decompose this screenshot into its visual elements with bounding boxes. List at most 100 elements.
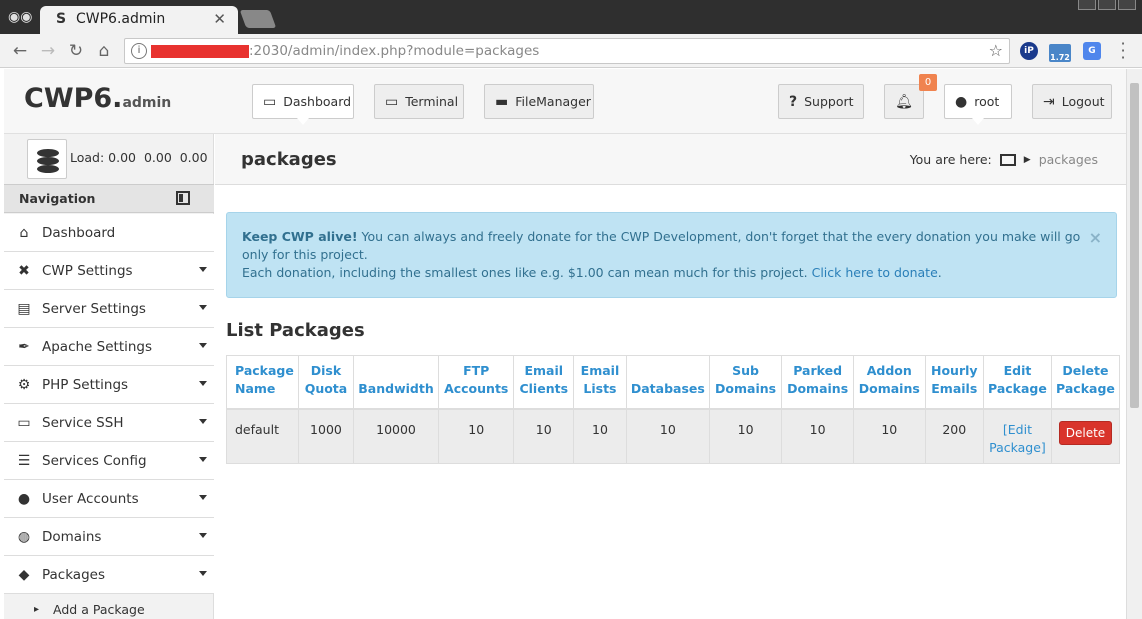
sidebar-item-user-accounts[interactable]: ● User Accounts <box>4 480 214 518</box>
caret-right-icon: ▶ <box>1023 154 1031 165</box>
chevron-down-icon <box>199 495 207 500</box>
site-info-icon[interactable]: i <box>131 43 147 59</box>
notifications-badge: 0 <box>919 74 937 91</box>
breadcrumb: You are here: ▶ packages <box>909 152 1098 167</box>
address-bar[interactable]: i :2030/admin/index.php?module=packages … <box>124 38 1010 64</box>
app-header: CWP6.admin ▭ Dashboard ▭ Terminal ▬ File… <box>4 69 1126 134</box>
tab-title: CWP6.admin <box>76 11 166 27</box>
filemanager-button[interactable]: ▬ FileManager <box>484 84 594 119</box>
browser-tab[interactable]: S CWP6.admin ✕ <box>40 6 238 34</box>
database-icon[interactable] <box>27 139 67 179</box>
logout-icon: ⇥ <box>1043 93 1055 110</box>
breadcrumb-current: packages <box>1038 152 1098 167</box>
browser-menu-icon[interactable]: · · · <box>1118 36 1128 66</box>
new-tab-button[interactable] <box>239 10 277 28</box>
monitor-icon: ▭ <box>263 93 277 110</box>
question-icon: ? <box>789 93 798 110</box>
load-text: Load: 0.00 0.00 0.00 <box>70 150 208 165</box>
feather-icon: ✒ <box>18 338 30 355</box>
navigation-header: Navigation <box>4 184 214 213</box>
sidebar: Load: 0.00 0.00 0.00 Navigation ⌂ Dashbo… <box>4 134 214 619</box>
edit-package-link[interactable]: [Edit Package] <box>989 422 1046 455</box>
delete-package-button[interactable]: Delete <box>1058 420 1113 445</box>
maximize-button[interactable] <box>1098 0 1116 10</box>
redacted-host <box>151 45 249 58</box>
sidebar-item-packages[interactable]: ◆ Packages <box>4 556 214 594</box>
home-icon[interactable]: ⌂ <box>92 39 116 63</box>
chevron-down-icon <box>199 419 207 424</box>
sidebar-item-domains[interactable]: ◍ Domains <box>4 518 214 556</box>
reload-icon[interactable]: ↻ <box>64 39 88 63</box>
sidebar-item-dashboard[interactable]: ⌂ Dashboard <box>4 214 214 252</box>
user-icon: ● <box>955 93 968 110</box>
terminal-icon: ▭ <box>385 93 399 110</box>
sidebar-item-php-settings[interactable]: ⚙ PHP Settings <box>4 366 214 404</box>
col-edit-package: Edit Package <box>982 355 1052 410</box>
col-hourly-emails: Hourly Emails <box>924 355 984 410</box>
close-icon[interactable]: × <box>1089 229 1102 247</box>
cell-delete: Delete <box>1050 408 1121 464</box>
sidebar-item-service-ssh[interactable]: ▭ Service SSH <box>4 404 214 442</box>
col-delete-package: Delete Package <box>1050 355 1121 410</box>
minimize-button[interactable] <box>1078 0 1096 10</box>
page-title: packages <box>241 149 337 170</box>
chevron-down-icon <box>199 381 207 386</box>
active-caret <box>297 118 309 125</box>
server-load: Load: 0.00 0.00 0.00 <box>4 134 214 184</box>
alert-title: Keep CWP alive! <box>242 229 358 244</box>
cell-parked-domains: 10 <box>781 408 854 464</box>
speed-extension-icon[interactable]: 1.72 <box>1049 44 1071 62</box>
chevron-down-icon <box>199 533 207 538</box>
user-menu-button[interactable]: ● root <box>944 84 1012 125</box>
col-email-clients: Email Clients <box>513 355 575 410</box>
nav-list: ⌂ Dashboard ✖ CWP Settings ▤ Server Sett… <box>4 214 214 619</box>
bookmark-star-icon[interactable]: ☆ <box>989 41 1003 60</box>
list-packages-title: List Packages <box>226 320 365 341</box>
support-button[interactable]: ? Support <box>778 84 864 119</box>
chevron-down-icon <box>199 571 207 576</box>
cell-sub-domains: 10 <box>708 408 783 464</box>
logout-button[interactable]: ⇥ Logout <box>1032 84 1112 119</box>
cell-package-name: default <box>226 408 299 464</box>
dashboard-button[interactable]: ▭ Dashboard <box>252 84 354 125</box>
close-window-button[interactable] <box>1118 0 1136 10</box>
table-header-row: Package Name Disk Quota Bandwidth FTP Accou… <box>226 355 1121 410</box>
ip-extension-icon[interactable]: iP <box>1020 42 1038 60</box>
sidebar-item-cwp-settings[interactable]: ✖ CWP Settings <box>4 252 214 290</box>
sidebar-subitem-add-package[interactable]: Add a Package <box>4 594 214 619</box>
cell-disk-quota: 1000 <box>297 408 355 464</box>
terminal-button[interactable]: ▭ Terminal <box>374 84 464 119</box>
browser-tabbar: ◉◉ S CWP6.admin ✕ <box>0 0 1142 34</box>
page-title-bar: packages You are here: ▶ packages <box>215 134 1126 185</box>
notifications-button[interactable]: 🔔︎ <box>884 84 924 119</box>
tools-icon: ✖ <box>18 262 30 279</box>
tab-close-icon[interactable]: ✕ <box>213 10 226 28</box>
donate-link[interactable]: Click here to donate <box>812 265 938 280</box>
scrollbar-thumb[interactable] <box>1130 83 1139 408</box>
col-sub-domains: Sub Domains <box>708 355 783 410</box>
sidebar-toggle-icon[interactable] <box>176 191 190 205</box>
monitor-icon[interactable] <box>999 153 1016 166</box>
translate-extension-icon[interactable]: G <box>1083 42 1101 60</box>
col-disk-quota: Disk Quota <box>297 355 355 410</box>
sidebar-item-apache-settings[interactable]: ✒ Apache Settings <box>4 328 214 366</box>
cell-addon-domains: 10 <box>852 408 926 464</box>
col-parked-domains: Parked Domains <box>781 355 854 410</box>
sidebar-item-server-settings[interactable]: ▤ Server Settings <box>4 290 214 328</box>
chevron-down-icon <box>199 305 207 310</box>
logo[interactable]: CWP6.admin <box>24 83 171 114</box>
sidebar-item-services-config[interactable]: ☰ Services Config <box>4 442 214 480</box>
col-bandwidth: Bandwidth <box>353 355 439 410</box>
back-icon[interactable]: ← <box>8 39 32 63</box>
chevron-down-icon <box>199 343 207 348</box>
page-scrollbar[interactable] <box>1126 69 1142 619</box>
forward-icon[interactable]: → <box>36 39 60 63</box>
favicon-icon: S <box>56 11 67 27</box>
globe-icon: ◍ <box>17 528 31 545</box>
packages-table: Package Name Disk Quota Bandwidth FTP Accou… <box>226 355 1121 464</box>
server-icon: ▤ <box>17 300 31 317</box>
cell-databases: 10 <box>625 408 710 464</box>
window-controls <box>1078 0 1136 10</box>
user-caret <box>972 118 984 125</box>
cell-ftp-accounts: 10 <box>437 408 515 464</box>
